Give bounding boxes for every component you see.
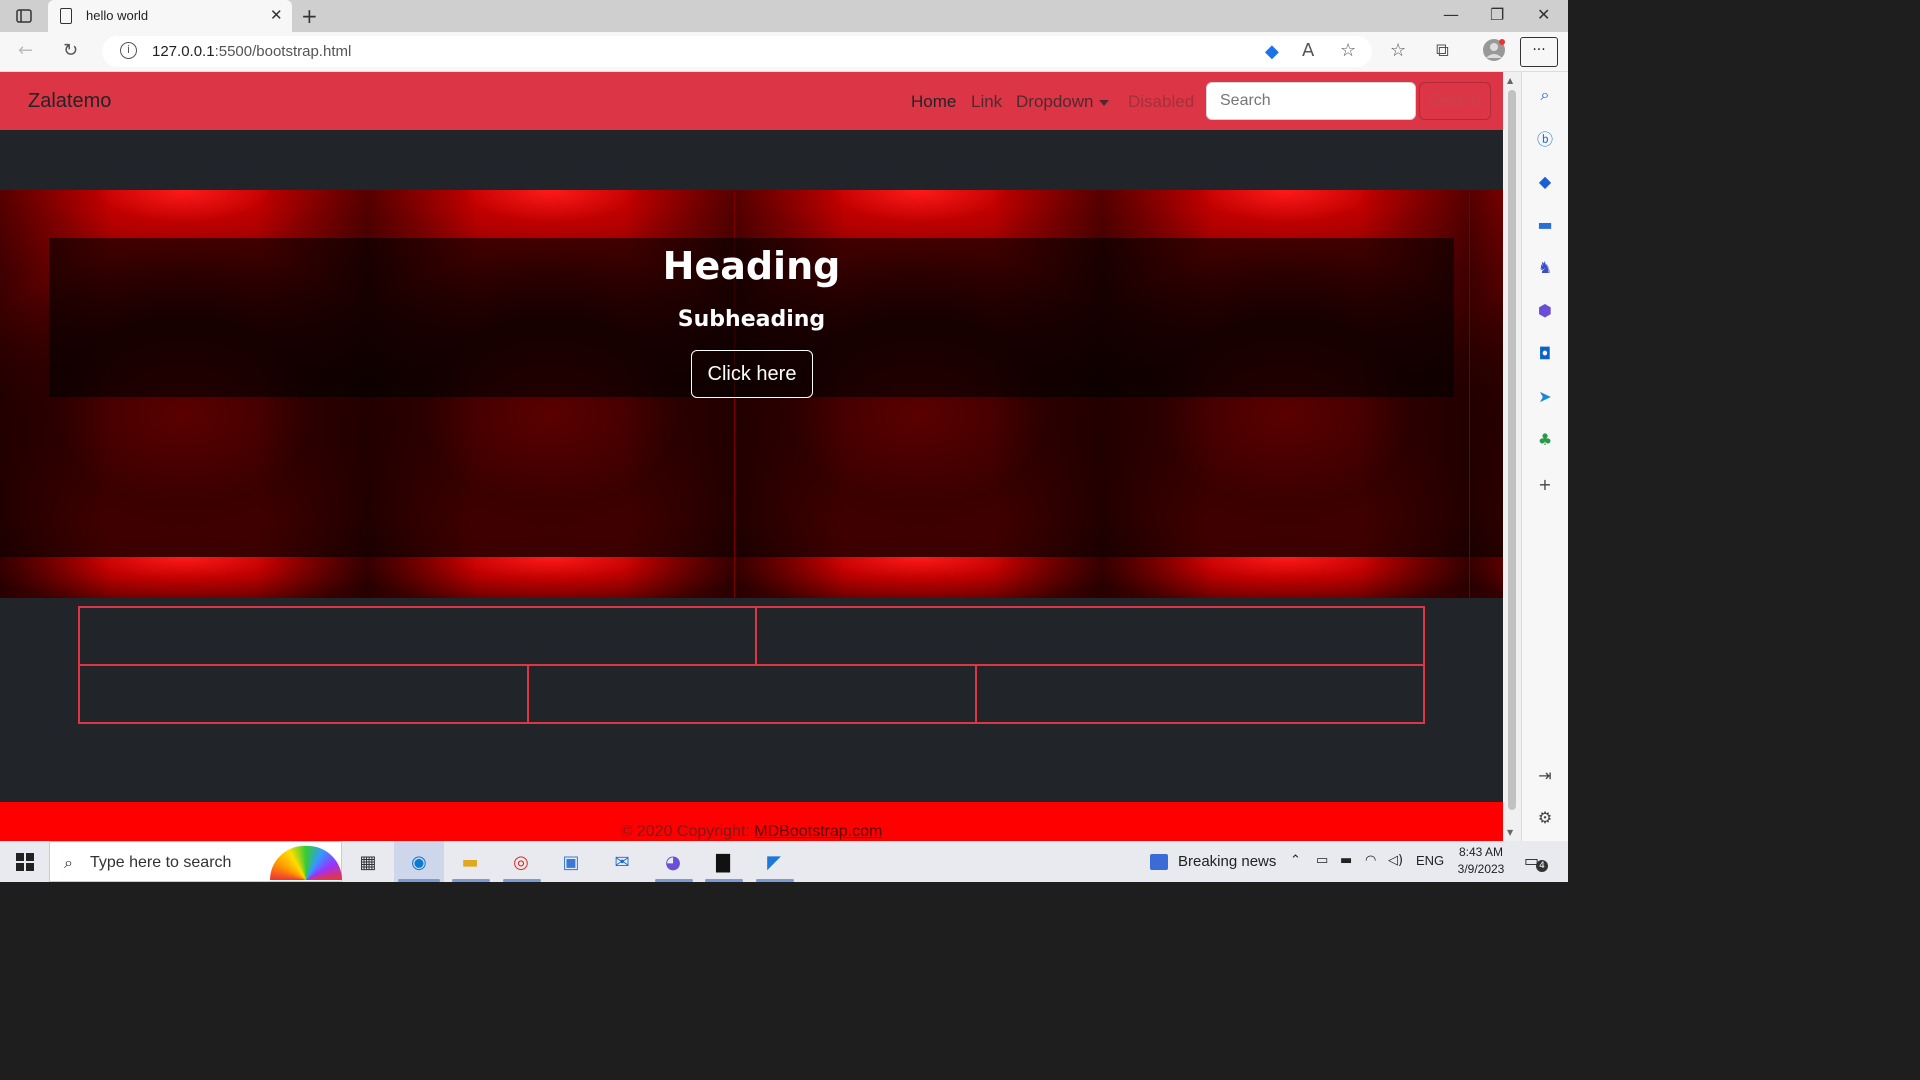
bordered-grid (78, 606, 1425, 724)
file-explorer-icon[interactable]: ▬ (454, 846, 486, 878)
add-favorite-icon[interactable]: ☆ (1340, 40, 1356, 61)
restore-icon[interactable]: ❐ (1490, 5, 1504, 24)
battery-icon[interactable]: ▬ (1340, 853, 1352, 868)
profile-avatar[interactable] (1482, 38, 1506, 67)
caret-down-icon (1098, 99, 1109, 106)
shopping-tag-icon[interactable]: ◆ (1265, 41, 1279, 62)
news-widget[interactable]: Breaking news (1150, 853, 1276, 871)
footer-copyright: © 2020 Copyright: MDBootstrap.com (620, 823, 883, 840)
hero-heading: Heading (662, 244, 841, 288)
hero-section: Heading Subheading Click here (0, 190, 1503, 598)
wifi-icon[interactable]: ◠ (1365, 853, 1376, 868)
office-icon[interactable]: ⬢ (1534, 299, 1556, 321)
edge-sidebar: ⌕ ⓑ ◆ ▬ ♞ ⬢ ◘ ➤ ♣ + ⇥ ⚙ (1521, 72, 1568, 841)
back-icon[interactable]: ← (18, 40, 33, 61)
games-icon[interactable]: ♞ (1534, 256, 1556, 278)
nav-dropdown[interactable]: Dropdown (1016, 92, 1109, 112)
language-indicator[interactable]: ENG (1416, 853, 1444, 868)
vscode-icon[interactable]: ◤ (758, 846, 790, 878)
search-input[interactable] (1206, 82, 1416, 120)
news-icon (1150, 854, 1168, 871)
read-aloud-icon[interactable]: A (1302, 40, 1314, 61)
url-text: 127.0.0.1:5500/bootstrap.html (152, 43, 352, 60)
send-icon[interactable]: ➤ (1534, 385, 1556, 407)
page-viewport: Zalatemo Home Link Dropdown Disabled Sea… (0, 72, 1503, 841)
shopping-icon[interactable]: ◆ (1534, 170, 1556, 192)
collections-icon[interactable]: ⧉ (1436, 40, 1449, 61)
outlook-icon[interactable]: ◘ (1534, 342, 1556, 364)
meet-icon[interactable]: ▭ (1316, 853, 1328, 868)
favorites-icon[interactable]: ☆ (1390, 40, 1406, 61)
footer: © 2020 Copyright: MDBootstrap.com (0, 802, 1503, 841)
game-icon[interactable]: ◕ (657, 846, 689, 878)
taskbar: ⌕ Type here to search ▦ ◉ ▬ ◎ ▣ ✉ ◕ ▇ ◤ … (0, 841, 1568, 882)
terminal-icon[interactable]: ▇ (707, 846, 739, 878)
tab-actions-icon[interactable] (12, 7, 36, 25)
grid-cell (976, 665, 1424, 723)
search-button[interactable]: Search (1419, 82, 1491, 120)
scroll-up-icon[interactable]: ▲ (1507, 76, 1513, 85)
grid-cell (79, 607, 756, 665)
taskbar-search-text: Type here to search (90, 854, 232, 871)
page-scrollbar[interactable]: ▲ ▼ (1503, 72, 1521, 841)
address-bar[interactable]: i 127.0.0.1:5500/bootstrap.html ◆ A ☆ (102, 36, 1372, 67)
close-tab-icon[interactable]: ✕ (270, 6, 283, 24)
search-icon[interactable]: ⌕ (1534, 84, 1556, 106)
scroll-thumb[interactable] (1508, 90, 1516, 810)
grid-cell (756, 607, 1424, 665)
mail-icon[interactable]: ✉ (606, 846, 638, 878)
chrome-icon[interactable]: ◎ (505, 846, 537, 878)
edge-icon[interactable]: ◉ (403, 846, 435, 878)
browser-tab[interactable]: hello world ✕ (48, 0, 292, 32)
add-icon[interactable]: + (1534, 473, 1556, 495)
chevron-up-icon[interactable]: ⌃ (1290, 853, 1301, 868)
nav-disabled-link: Disabled (1128, 92, 1195, 111)
refresh-icon[interactable]: ↻ (63, 40, 78, 61)
bing-icon[interactable]: ⓑ (1534, 127, 1556, 149)
tools-icon[interactable]: ▬ (1534, 213, 1556, 235)
nav-home-link[interactable]: Home (911, 92, 956, 112)
rainbow-icon (270, 846, 342, 880)
search-icon: ⌕ (64, 853, 73, 872)
volume-icon[interactable]: ◁) (1388, 853, 1403, 868)
hero-subheading: Subheading (677, 307, 826, 332)
tree-icon[interactable]: ♣ (1534, 428, 1556, 450)
footer-link[interactable]: MDBootstrap.com (754, 823, 882, 840)
store-icon[interactable]: ▣ (555, 846, 587, 878)
minimize-icon[interactable]: — (1443, 5, 1459, 24)
nav-link[interactable]: Link (971, 92, 1002, 112)
click-here-button[interactable]: Click here (691, 350, 813, 398)
task-view-icon[interactable]: ▦ (352, 846, 384, 878)
clock[interactable]: 8:43 AM 3/9/2023 (1452, 844, 1510, 878)
navbar: Zalatemo Home Link Dropdown Disabled Sea… (0, 72, 1503, 130)
tab-title: hello world (86, 8, 149, 23)
grid-cell (79, 665, 528, 723)
hero-bottom-strip (0, 557, 1503, 598)
browser-toolbar: ← ↻ i 127.0.0.1:5500/bootstrap.html ◆ A … (0, 32, 1568, 72)
settings-icon[interactable]: ⚙ (1534, 806, 1556, 828)
site-info-icon[interactable]: i (120, 42, 137, 59)
tab-bar: hello world ✕ + — ❐ ✕ (0, 0, 1568, 32)
page-icon (60, 8, 72, 24)
navbar-brand[interactable]: Zalatemo (28, 90, 111, 113)
close-window-icon[interactable]: ✕ (1537, 5, 1550, 24)
new-tab-icon[interactable]: + (301, 4, 318, 28)
taskbar-search[interactable]: ⌕ Type here to search (49, 841, 342, 882)
notifications-icon[interactable]: ▭ 4 (1524, 851, 1548, 872)
grid-cell (528, 665, 976, 723)
more-options-button[interactable]: ··· (1520, 37, 1558, 67)
hide-sidebar-icon[interactable]: ⇥ (1534, 764, 1556, 786)
scroll-down-icon[interactable]: ▼ (1507, 828, 1513, 837)
windows-start-icon[interactable] (16, 853, 34, 871)
